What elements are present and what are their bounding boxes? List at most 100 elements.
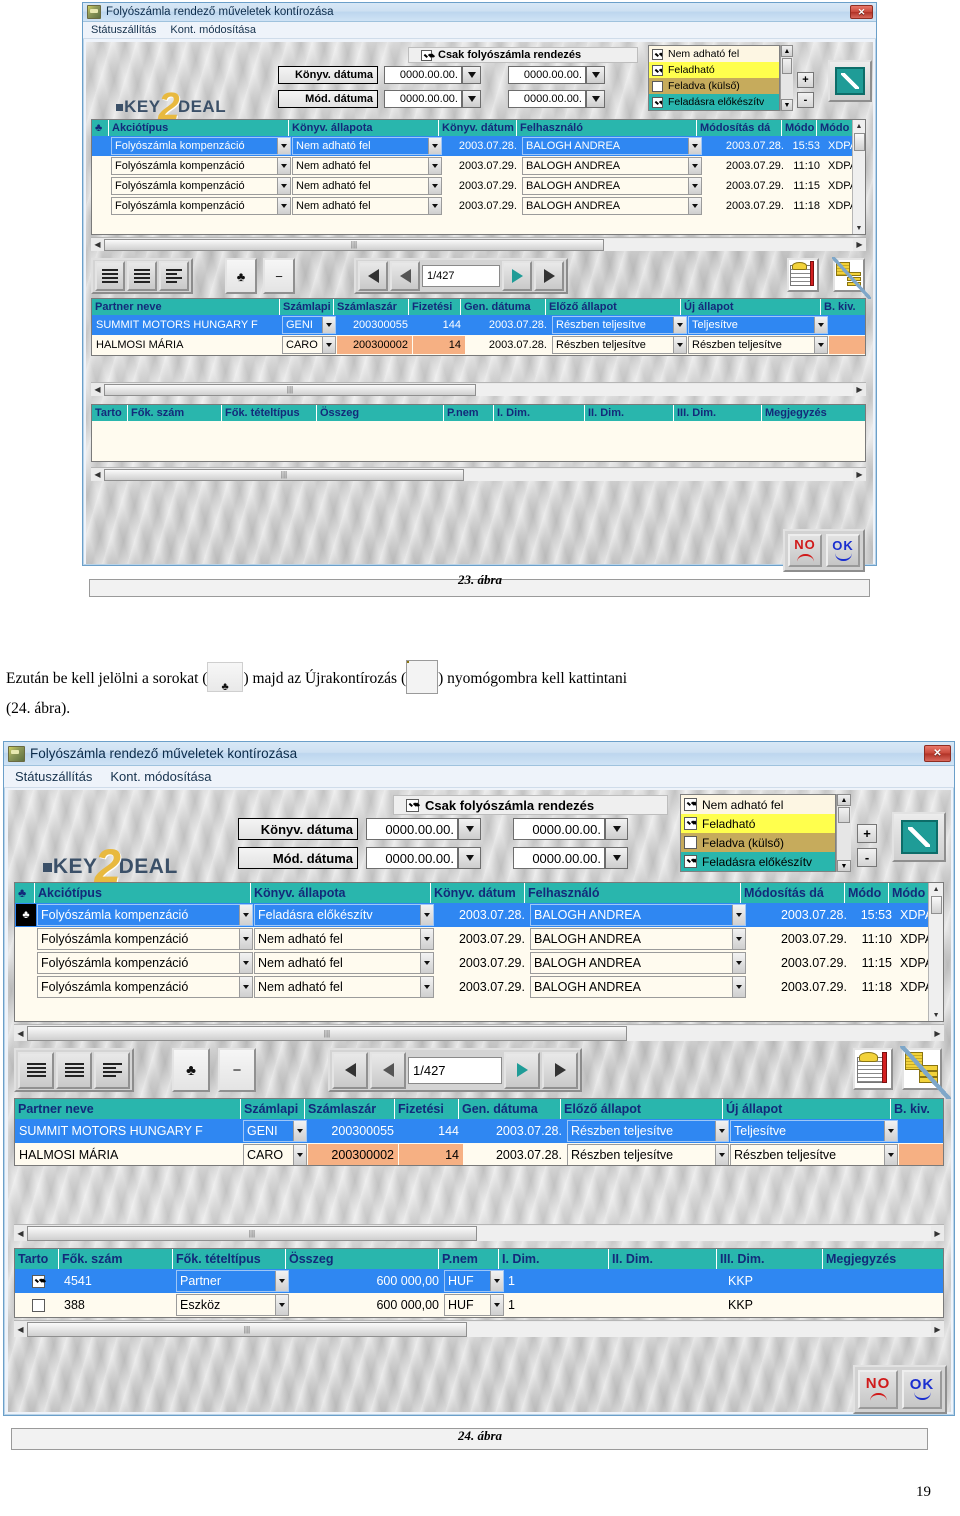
- state-checkbox-3[interactable]: [684, 855, 697, 868]
- state-checkbox-0[interactable]: [684, 798, 697, 811]
- hscroll-track[interactable]: |||: [27, 1321, 931, 1337]
- edit-contering-button[interactable]: [892, 812, 946, 862]
- cell-mark[interactable]: [16, 952, 36, 974]
- record-position-input[interactable]: 1/427: [408, 1056, 502, 1084]
- items-grid[interactable]: Tarto Fők. szám Fők. tételtípus Összeg P…: [91, 404, 866, 462]
- state-row-2[interactable]: Feladva (külső): [649, 78, 779, 94]
- table-row[interactable]: Folyószámla kompenzáció Nem adható fel 2…: [15, 927, 928, 951]
- scroll-thumb[interactable]: |||: [104, 238, 604, 251]
- hscroll-track[interactable]: |||: [27, 1225, 931, 1241]
- scroll-thumb[interactable]: [930, 896, 942, 914]
- chevron-down-icon[interactable]: [428, 158, 441, 174]
- state-list-scrollbar[interactable]: ▲ ▼: [780, 45, 793, 111]
- scroll-thumb[interactable]: |||: [27, 1025, 627, 1041]
- question-list-icon[interactable]: [95, 261, 125, 291]
- menu-item-kont-modositasa[interactable]: Kont. módosítása: [170, 24, 256, 36]
- col-dim1[interactable]: I. Dim.: [499, 1249, 609, 1269]
- last-record-icon[interactable]: [542, 1051, 578, 1089]
- scroll-left-icon[interactable]: ◀: [14, 1229, 27, 1238]
- record-position-input[interactable]: 1/427: [422, 265, 500, 287]
- first-record-icon[interactable]: [332, 1051, 368, 1089]
- col-pnem[interactable]: P.nem: [439, 1249, 499, 1269]
- chevron-down-icon[interactable]: [239, 977, 252, 997]
- ledger-note-icon[interactable]: [853, 1048, 893, 1090]
- col-mark[interactable]: ♣: [15, 883, 35, 903]
- cell-pnem[interactable]: HUF: [444, 1294, 504, 1316]
- col-modositas-da[interactable]: Módosítás dá: [741, 883, 845, 903]
- col-konyv-allapota[interactable]: Könyv. állapota: [251, 883, 431, 903]
- col-akciotipus[interactable]: Akciótípus: [109, 120, 289, 136]
- konyv-datuma-from-input[interactable]: 0000.00.00.: [384, 66, 462, 84]
- scroll-left-icon[interactable]: ◀: [14, 1029, 27, 1038]
- chevron-down-icon[interactable]: [277, 138, 290, 154]
- rebook-icon[interactable]: [900, 1046, 951, 1100]
- col-modo-2[interactable]: Módo: [889, 883, 928, 903]
- chevron-down-icon[interactable]: [322, 317, 335, 333]
- col-fok-szam[interactable]: Fők. szám: [59, 1249, 173, 1269]
- state-row-3[interactable]: Feladásra előkészítv: [681, 852, 835, 871]
- scroll-left-icon[interactable]: ◀: [91, 240, 104, 249]
- only-current-account-checkbox-row[interactable]: Csak folyószámla rendezés: [408, 47, 638, 63]
- cell-akciotipus[interactable]: Folyószámla kompenzáció: [37, 976, 253, 998]
- col-modo-1[interactable]: Módo: [845, 883, 889, 903]
- scroll-right-icon[interactable]: ▶: [931, 1029, 944, 1038]
- add-state-button[interactable]: +: [797, 72, 814, 88]
- chevron-down-icon[interactable]: [420, 977, 433, 997]
- konyv-datuma-from-spinner[interactable]: [458, 818, 481, 840]
- konyv-datuma-label-button[interactable]: Könyv. dátuma: [278, 66, 378, 84]
- tarto-checkbox[interactable]: [31, 1274, 45, 1288]
- col-dim3[interactable]: III. Dim.: [674, 405, 762, 421]
- scroll-right-icon[interactable]: ▶: [931, 1325, 944, 1334]
- col-b-kiv[interactable]: B. kiv.: [821, 299, 865, 315]
- chevron-down-icon[interactable]: [275, 1295, 288, 1315]
- cell-mark[interactable]: [93, 137, 110, 155]
- state-row-1[interactable]: Feladható: [649, 62, 779, 78]
- col-dim2[interactable]: II. Dim.: [609, 1249, 717, 1269]
- actions-grid[interactable]: ♣ Akciótípus Könyv. állapota Könyv. dátu…: [91, 119, 866, 235]
- cell-elozo-allapot[interactable]: Részben teljesítve: [567, 1120, 729, 1142]
- konyv-datuma-to-input[interactable]: 0000.00.00.: [508, 66, 586, 84]
- cell-konyv-allapota[interactable]: Nem adható fel: [292, 197, 442, 215]
- chevron-down-icon[interactable]: [293, 1145, 306, 1165]
- scroll-right-icon[interactable]: ▶: [931, 1229, 944, 1238]
- chevron-down-icon[interactable]: [277, 158, 290, 174]
- cell-mark[interactable]: [16, 928, 36, 950]
- chevron-down-icon[interactable]: [420, 929, 433, 949]
- cell-akciotipus[interactable]: Folyószámla kompenzáció: [111, 157, 291, 175]
- col-dim1[interactable]: I. Dim.: [494, 405, 585, 421]
- state-filter-list[interactable]: Nem adható fel Feladható Feladva (külső)…: [648, 45, 780, 111]
- cell-pnem[interactable]: HUF: [444, 1270, 504, 1292]
- cell-uj-allapot[interactable]: Teljesítve: [688, 316, 828, 334]
- scroll-up-icon[interactable]: ▲: [837, 794, 851, 806]
- chevron-down-icon[interactable]: [239, 905, 252, 925]
- cell-konyv-allapota[interactable]: Nem adható fel: [254, 976, 434, 998]
- cell-fok-teteltipus[interactable]: Eszköz: [176, 1294, 289, 1316]
- cell-akciotipus[interactable]: Folyószámla kompenzáció: [37, 928, 253, 950]
- scroll-down-icon[interactable]: ▼: [837, 860, 851, 872]
- chevron-down-icon[interactable]: [814, 337, 827, 353]
- col-tarto[interactable]: Tarto: [92, 405, 128, 421]
- scroll-thumb[interactable]: [782, 58, 792, 74]
- chevron-down-icon[interactable]: [688, 178, 701, 194]
- cell-konyv-allapota[interactable]: Feladásra előkészítv: [254, 904, 434, 926]
- cell-felhasznalo[interactable]: BALOGH ANDREA: [522, 137, 702, 155]
- state-checkbox-2[interactable]: [652, 80, 663, 92]
- menu-item-kont-modositasa[interactable]: Kont. módosítása: [110, 769, 211, 784]
- chevron-down-icon[interactable]: [732, 953, 745, 973]
- prev-record-icon[interactable]: [370, 1051, 406, 1089]
- question-list-icon[interactable]: [18, 1051, 54, 1089]
- col-elozo-allapot[interactable]: Előző állapot: [561, 1099, 723, 1119]
- prev-record-icon[interactable]: [390, 261, 420, 291]
- scroll-up-icon[interactable]: ▲: [781, 45, 793, 57]
- col-osszeg[interactable]: Összeg: [317, 405, 444, 421]
- partner-grid-hscrollbar[interactable]: ◀ ||| ▶: [14, 1224, 944, 1241]
- chevron-down-icon[interactable]: [428, 178, 441, 194]
- cell-felhasznalo[interactable]: BALOGH ANDREA: [522, 197, 702, 215]
- add-state-button[interactable]: +: [857, 824, 877, 843]
- col-partner-neve[interactable]: Partner neve: [92, 299, 280, 315]
- state-row-2[interactable]: Feladva (külső): [681, 833, 835, 852]
- menu-item-statuszallitas[interactable]: Státuszállítás: [91, 24, 156, 36]
- mod-datuma-from-spinner[interactable]: [458, 847, 481, 869]
- cell-felhasznalo[interactable]: BALOGH ANDREA: [522, 157, 702, 175]
- cell-felhasznalo[interactable]: BALOGH ANDREA: [530, 976, 746, 998]
